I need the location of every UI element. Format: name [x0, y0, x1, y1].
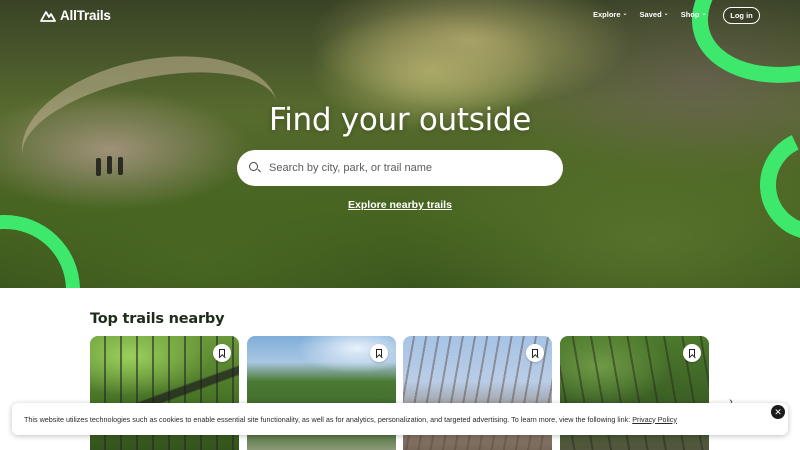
search-box[interactable] [237, 150, 563, 186]
logo-text: AllTrails [60, 8, 111, 23]
cookie-message: This website utilizes technologies such … [24, 414, 633, 424]
section-title: Top trails nearby [90, 311, 225, 327]
privacy-policy-link[interactable]: Privacy Policy [632, 415, 677, 424]
nav-shop[interactable]: Shop ⌄ [681, 10, 707, 19]
explore-nearby-link-row: Explore nearby trails [0, 199, 800, 211]
search-input[interactable] [269, 162, 539, 174]
login-button[interactable]: Log in [723, 7, 760, 24]
hero-title: Find your outside [268, 102, 532, 138]
close-icon[interactable]: ✕ [771, 405, 785, 419]
nav-links: Explore ⌄ Saved ⌄ Shop ⌄ [593, 10, 706, 19]
nav-saved[interactable]: Saved ⌄ [640, 10, 669, 19]
bookmark-button[interactable] [526, 344, 544, 362]
search-icon [249, 162, 261, 174]
bookmark-icon [689, 349, 695, 357]
nav-explore[interactable]: Explore ⌄ [593, 10, 628, 19]
top-nav: AllTrails Explore ⌄ Saved ⌄ Shop ⌄ Log i… [0, 0, 800, 32]
chevron-down-icon: ⌄ [663, 11, 669, 17]
bookmark-icon [532, 349, 538, 357]
bookmark-icon [376, 349, 382, 357]
nav-shop-label: Shop [680, 10, 700, 19]
bookmark-icon [219, 349, 225, 357]
explore-nearby-link[interactable]: Explore nearby trails [348, 199, 452, 211]
cookie-banner: This website utilizes technologies such … [12, 403, 788, 435]
chevron-down-icon: ⌄ [622, 11, 628, 17]
nav-saved-label: Saved [639, 10, 662, 19]
bookmark-button[interactable] [683, 344, 701, 362]
logo[interactable]: AllTrails [40, 8, 111, 23]
bookmark-button[interactable] [370, 344, 388, 362]
chevron-down-icon: ⌄ [701, 11, 707, 17]
bookmark-button[interactable] [213, 344, 231, 362]
alltrails-mountain-icon [40, 11, 56, 22]
hero-banner [0, 0, 800, 288]
cookie-text: This website utilizes technologies such … [24, 415, 677, 424]
nav-explore-label: Explore [593, 10, 621, 19]
